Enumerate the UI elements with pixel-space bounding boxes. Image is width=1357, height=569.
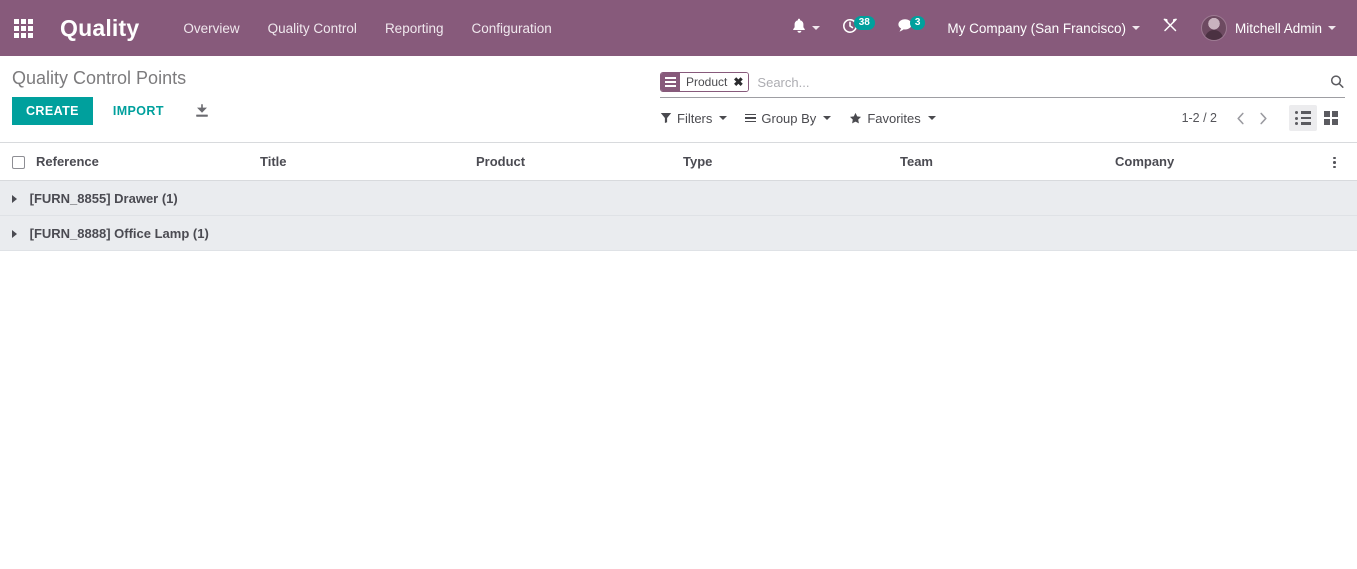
table-row[interactable]: [FURN_8855] Drawer (1) (0, 180, 1357, 217)
chevron-down-icon (1328, 26, 1336, 30)
pager-next-button[interactable] (1252, 112, 1275, 125)
column-header-reference[interactable]: Reference (36, 143, 260, 182)
apps-menu-button[interactable] (6, 8, 40, 48)
kanban-view-icon (1323, 110, 1339, 126)
top-navbar: Quality Overview Quality Control Reporti… (0, 0, 1357, 56)
breadcrumb: Quality Control Points (12, 68, 187, 88)
search-facet-remove-icon[interactable]: ✖ (731, 73, 749, 91)
create-button[interactable]: CREATE (12, 97, 93, 125)
menu-item-reporting[interactable]: Reporting (371, 15, 458, 42)
messages-menu-button[interactable]: 3 (886, 0, 937, 56)
search-facet-product[interactable]: Product ✖ (660, 72, 750, 92)
group-by-icon (661, 73, 680, 91)
list-view: Reference Title Product Type Team Compan… (0, 143, 1357, 569)
company-switcher[interactable]: My Company (San Francisco) (936, 0, 1151, 56)
empty-table-area (0, 251, 1357, 569)
table-row[interactable]: [FURN_8888] Office Lamp (1) (0, 215, 1357, 252)
avatar (1200, 15, 1227, 41)
control-panel-left: Quality Control Points CREATE IMPORT (12, 56, 660, 137)
notifications-button[interactable] (781, 0, 831, 56)
import-button[interactable]: IMPORT (101, 97, 176, 125)
user-name: Mitchell Admin (1234, 20, 1322, 36)
navbar-right-group: 38 3 My Company (San Francisco) Mitchell… (781, 0, 1347, 56)
group-label: [FURN_8888] Office Lamp (1) (29, 226, 209, 242)
menu-item-quality-control[interactable]: Quality Control (254, 15, 371, 42)
app-brand-quality[interactable]: Quality (60, 15, 139, 42)
column-header-team[interactable]: Team (900, 143, 1115, 182)
bell-icon (792, 18, 806, 39)
optional-columns-icon[interactable] (1333, 156, 1336, 169)
tools-debug-icon (1162, 17, 1179, 39)
favorites-dropdown[interactable]: Favorites (849, 110, 936, 126)
view-switcher (1289, 105, 1345, 131)
table-body: [FURN_8855] Drawer (1) [FURN_8888] Offic… (0, 180, 1357, 252)
menu-item-configuration[interactable]: Configuration (457, 15, 565, 42)
table-header: Reference Title Product Type Team Compan… (0, 143, 1357, 182)
star-icon (849, 112, 862, 125)
group-by-dropdown[interactable]: Group By (745, 110, 832, 126)
chevron-right-icon (12, 194, 17, 203)
select-all-cell (0, 143, 36, 182)
main-menu: Overview Quality Control Reporting Confi… (169, 15, 565, 42)
chevron-down-icon (811, 26, 820, 30)
column-header-type[interactable]: Type (683, 143, 900, 182)
developer-tools-button[interactable] (1151, 0, 1190, 56)
filters-label: Filters (677, 110, 713, 126)
pager-previous-button[interactable] (1229, 112, 1252, 125)
search-facet-label: Product (680, 73, 732, 91)
chevron-down-icon (719, 116, 728, 120)
column-header-company[interactable]: Company (1115, 143, 1333, 182)
quality-control-points-table: Reference Title Product Type Team Compan… (0, 143, 1357, 252)
user-menu-button[interactable]: Mitchell Admin (1190, 0, 1347, 56)
bars-icon (745, 113, 757, 123)
search-icon[interactable] (1323, 74, 1345, 90)
group-by-label: Group By (761, 110, 817, 126)
activity-menu-button[interactable]: 38 (831, 0, 886, 56)
download-export-icon[interactable] (194, 103, 210, 119)
list-view-icon (1295, 111, 1311, 125)
chevron-right-icon (12, 229, 17, 238)
checkbox-select-all[interactable] (12, 156, 25, 170)
company-name: My Company (San Francisco) (947, 20, 1126, 36)
control-panel-right: Product ✖ Search... Filters Group By Fav… (660, 56, 1345, 142)
table-header-row: Reference Title Product Type Team Compan… (0, 143, 1357, 182)
apps-grid-icon (13, 18, 33, 38)
chevron-down-icon (823, 116, 832, 120)
group-label: [FURN_8855] Drawer (1) (29, 191, 178, 207)
menu-item-overview[interactable]: Overview (169, 15, 253, 42)
action-buttons: CREATE IMPORT (12, 91, 660, 137)
pager: 1-2 / 2 (1182, 105, 1345, 131)
group-cell[interactable]: [FURN_8888] Office Lamp (1) (0, 215, 1357, 252)
chevron-down-icon (1131, 26, 1140, 30)
list-view-button[interactable] (1289, 105, 1317, 131)
funnel-icon (660, 112, 672, 124)
search-bar[interactable]: Product ✖ (660, 66, 1345, 98)
activity-count-badge: 38 (853, 16, 875, 30)
optional-columns-cell (1333, 143, 1357, 182)
chevron-down-icon (927, 116, 936, 120)
kanban-view-button[interactable] (1317, 105, 1345, 131)
favorites-label: Favorites (867, 110, 921, 126)
filters-dropdown[interactable]: Filters (660, 110, 728, 126)
control-panel: Quality Control Points CREATE IMPORT Pro… (0, 56, 1357, 143)
search-input[interactable] (755, 74, 1323, 90)
messages-count-badge: 3 (909, 16, 926, 30)
group-cell[interactable]: [FURN_8855] Drawer (1) (0, 180, 1357, 217)
column-header-title[interactable]: Title (260, 143, 476, 182)
column-header-product[interactable]: Product (476, 143, 683, 182)
filter-toolbar: Filters Group By Favorites 1-2 / 2 (660, 98, 1345, 142)
pager-range: 1-2 / 2 (1181, 111, 1217, 125)
